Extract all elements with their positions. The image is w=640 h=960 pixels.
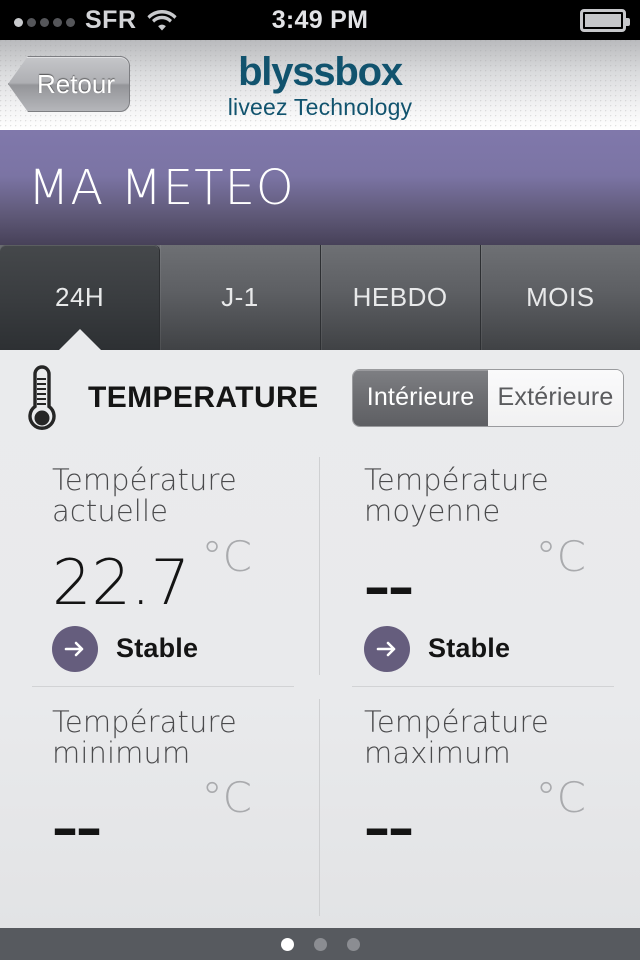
clock-label: 3:49 PM — [271, 5, 369, 34]
section-header: TEMPERATURE Intérieure Extérieure — [0, 350, 640, 445]
logo-tagline: liveez Technology — [227, 93, 413, 120]
stat-valuerow-average: –– °C — [364, 532, 616, 614]
trend-row-current: Stable — [52, 625, 296, 672]
tab-hebdo[interactable]: HEBDO — [320, 245, 481, 350]
stat-unit-maximum: °C — [535, 773, 586, 823]
status-bar: SFR 3:49 PM — [0, 0, 640, 40]
page-title: MA METEO — [28, 159, 295, 216]
battery-icon — [580, 8, 630, 32]
stat-value-minimum: –– — [52, 799, 102, 860]
content-area: TEMPERATURE Intérieure Extérieure Tempér… — [0, 350, 640, 928]
stat-label-current-line2: actuelle — [52, 494, 169, 529]
stat-label-minimum-line2: minimum — [52, 735, 191, 770]
brand-bar: Retour blyssbox liveez Technology — [0, 40, 640, 130]
arrow-right-icon — [364, 625, 410, 672]
tab-hebdo-label: HEBDO — [352, 282, 448, 312]
tab-j1[interactable]: J-1 — [160, 245, 321, 350]
stat-value-maximum: –– — [364, 799, 414, 860]
page-indicator[interactable] — [0, 928, 640, 960]
page-title-bar: MA METEO — [0, 130, 640, 245]
stat-card-current-temperature: Température actuelle 22.7 °C Stable — [0, 445, 320, 687]
toggle-option-interieure[interactable]: Intérieure — [353, 369, 488, 426]
tab-mois-label: MOIS — [526, 282, 595, 312]
status-bar-right — [580, 8, 630, 32]
app-logo: blyssbox liveez Technology — [228, 52, 413, 119]
page-dot-1[interactable] — [280, 937, 294, 951]
stat-valuerow-maximum: –– °C — [364, 773, 616, 855]
thermometer-icon — [22, 363, 62, 433]
toggle-option-exterieure-label: Extérieure — [497, 383, 614, 411]
toggle-option-exterieure[interactable]: Extérieure — [488, 369, 623, 426]
stat-label-minimum-line1: Température — [52, 704, 237, 739]
trend-label-average: Stable — [428, 633, 511, 664]
stat-value-current: 22.7 — [52, 545, 191, 619]
logo-name: blyssbox — [238, 49, 403, 94]
stat-label-current: Température actuelle — [52, 463, 296, 529]
toggle-option-interieure-label: Intérieure — [366, 383, 475, 411]
arrow-right-icon — [52, 625, 98, 672]
stat-label-maximum-line1: Température — [364, 704, 549, 739]
stat-valuerow-current: 22.7 °C — [52, 532, 296, 614]
section-title: TEMPERATURE — [88, 380, 319, 414]
stat-label-minimum: Température minimum — [52, 704, 296, 770]
stat-label-maximum: Température maximum — [364, 704, 616, 770]
tab-mois[interactable]: MOIS — [480, 245, 640, 350]
trend-row-average: Stable — [364, 625, 616, 672]
back-button-label: Retour — [36, 68, 115, 99]
stat-label-average: Température moyenne — [364, 463, 616, 529]
stat-value-average: –– — [364, 557, 414, 618]
stat-valuerow-minimum: –– °C — [52, 773, 296, 855]
stat-unit-current: °C — [201, 531, 252, 581]
stats-grid: Température actuelle 22.7 °C Stable Temp… — [0, 445, 640, 928]
indoor-outdoor-toggle[interactable]: Intérieure Extérieure — [352, 368, 624, 427]
stat-card-maximum-temperature: Température maximum –– °C — [320, 687, 640, 929]
stat-label-average-line2: moyenne — [364, 494, 501, 529]
stat-label-maximum-line2: maximum — [364, 735, 511, 770]
trend-label-current: Stable — [116, 633, 199, 664]
stat-card-average-temperature: Température moyenne –– °C Stable — [320, 445, 640, 687]
period-tab-bar: 24H J-1 HEBDO MOIS — [0, 245, 640, 350]
page-dot-2[interactable] — [313, 937, 327, 951]
tab-24h[interactable]: 24H — [0, 245, 161, 350]
tab-j1-label: J-1 — [221, 282, 259, 312]
app-screen: SFR 3:49 PM Retour blyssbox liveez Techn… — [0, 0, 640, 960]
stat-label-average-line1: Température — [364, 463, 549, 497]
stat-unit-average: °C — [535, 531, 586, 581]
stat-card-minimum-temperature: Température minimum –– °C — [0, 687, 320, 929]
page-dot-3[interactable] — [346, 937, 360, 951]
stat-label-current-line1: Température — [52, 463, 237, 497]
stat-unit-minimum: °C — [201, 773, 252, 823]
back-button[interactable]: Retour — [8, 56, 130, 112]
tab-24h-label: 24H — [55, 282, 105, 312]
